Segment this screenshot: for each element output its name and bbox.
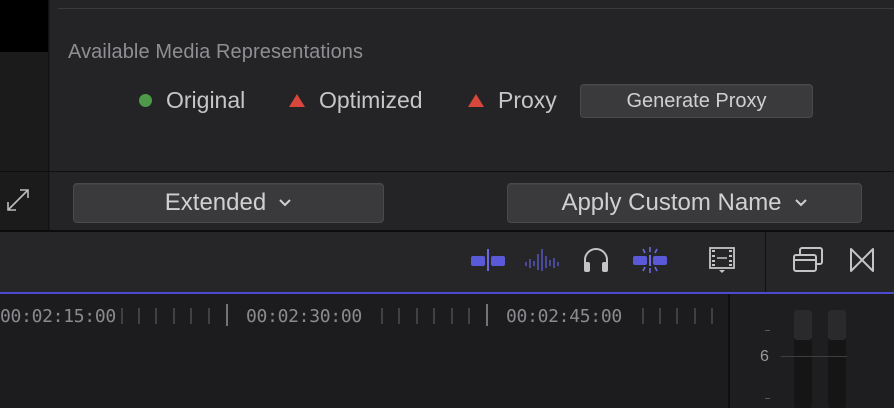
chevron-down-icon [794, 195, 808, 213]
ruler-timecode: 00:02:15:00 [0, 306, 116, 327]
expand-icon[interactable] [4, 186, 32, 214]
meter-gridline [781, 356, 847, 357]
audio-meter-right-channel [828, 310, 846, 408]
chevron-down-icon [278, 195, 292, 213]
apply-custom-name-select[interactable]: Apply Custom Name [507, 183, 862, 223]
ruler-timecode: 00:02:30:00 [246, 306, 362, 327]
toolbar-separator [765, 232, 766, 292]
representation-label: Original [166, 86, 246, 113]
representation-proxy: Proxy [468, 86, 557, 114]
audio-waveform-icon[interactable] [524, 245, 560, 275]
red-triangle-icon [289, 93, 305, 107]
representation-original: Original [139, 86, 245, 114]
meter-scale-label: 6 [760, 348, 769, 365]
view-mode-value: Extended [164, 189, 267, 216]
representation-label: Proxy [498, 86, 557, 113]
view-mode-select[interactable]: Extended [73, 183, 384, 223]
representation-optimized: Optimized [289, 86, 423, 114]
green-dot-icon [139, 93, 152, 107]
meter-tick [765, 398, 770, 399]
ruler-timecode: 00:02:45:00 [506, 306, 622, 327]
window-layout-icon[interactable] [790, 245, 826, 275]
meter-tick [765, 330, 770, 331]
red-triangle-icon [468, 93, 484, 107]
section-divider [58, 8, 894, 9]
media-representations-title: Available Media Representations [68, 41, 364, 63]
skimming-icon[interactable] [632, 245, 668, 275]
transitions-icon[interactable] [844, 245, 880, 275]
generate-proxy-button[interactable]: Generate Proxy [580, 84, 813, 118]
clip-filmstrip-icon[interactable] [704, 245, 740, 275]
headphones-icon[interactable] [578, 245, 614, 275]
viewer-edge [0, 0, 48, 52]
custom-name-value: Apply Custom Name [561, 189, 782, 216]
clip-appearance-icon[interactable] [470, 245, 506, 275]
audio-meter-left-channel [794, 310, 812, 408]
meter-segment [828, 310, 846, 340]
audio-meter [730, 294, 894, 408]
representation-label: Optimized [319, 86, 423, 113]
meter-segment [794, 310, 812, 340]
timeline-toolbar [0, 232, 894, 292]
